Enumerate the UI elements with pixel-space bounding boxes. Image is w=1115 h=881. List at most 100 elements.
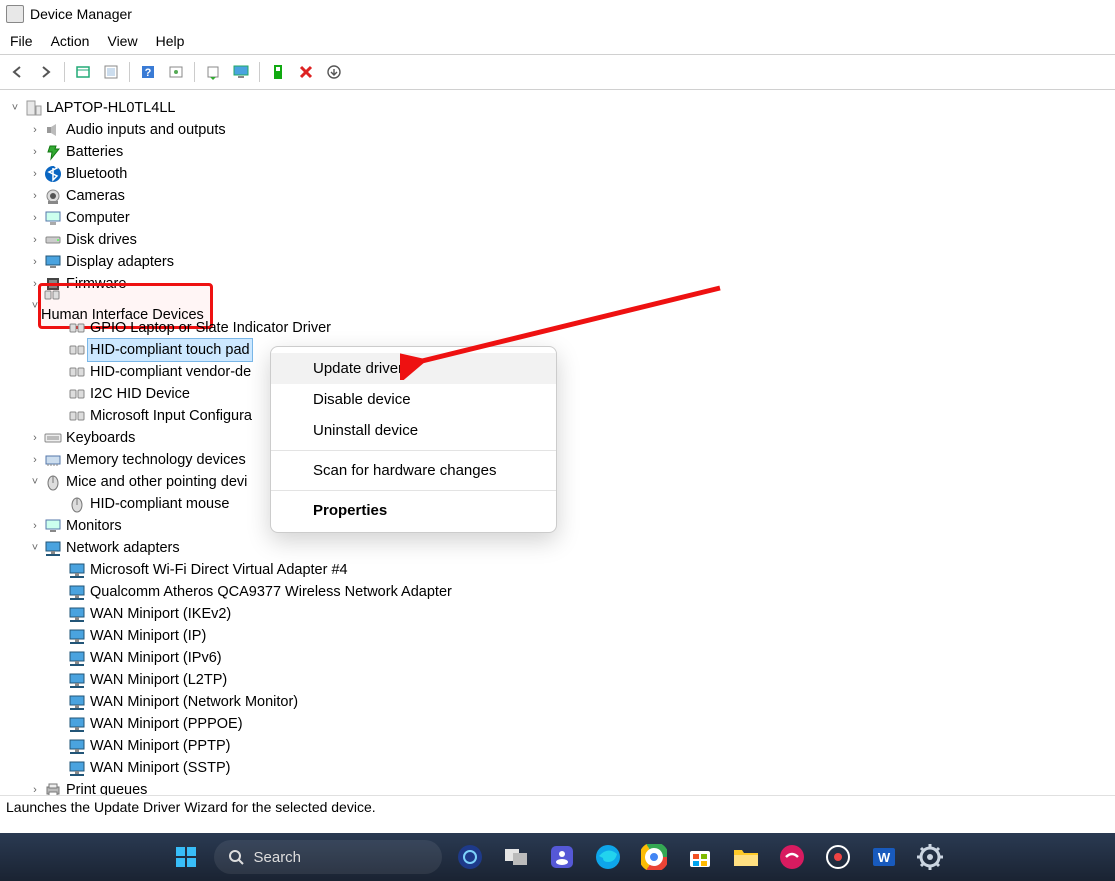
toolbar-icon[interactable]: [99, 60, 123, 84]
monitor-icon[interactable]: [229, 60, 253, 84]
store-icon[interactable]: [682, 839, 718, 875]
remove-icon[interactable]: [294, 60, 318, 84]
menu-view[interactable]: View: [107, 33, 137, 49]
net-icon: [68, 715, 86, 733]
explorer-icon[interactable]: [728, 839, 764, 875]
menu-action[interactable]: Action: [51, 33, 90, 49]
menu-file[interactable]: File: [10, 33, 33, 49]
battery-icon: [44, 143, 62, 161]
chat-icon[interactable]: [544, 839, 580, 875]
tree-category[interactable]: ›Disk drives: [28, 229, 1115, 251]
hid-icon: [68, 385, 86, 403]
tree-category[interactable]: ›Monitors: [28, 515, 1115, 537]
help-icon[interactable]: ?: [136, 60, 160, 84]
context-menu-item[interactable]: Update driver: [271, 353, 556, 384]
mouse-icon: [44, 473, 62, 491]
tree-device[interactable]: ·WAN Miniport (IKEv2): [52, 603, 1115, 625]
display-icon: [44, 253, 62, 271]
computer-icon: [24, 99, 42, 117]
tree-category[interactable]: ›Cameras: [28, 185, 1115, 207]
tree-category[interactable]: ›Bluetooth: [28, 163, 1115, 185]
tree-category[interactable]: ›Keyboards: [28, 427, 1115, 449]
toolbar: ?: [0, 55, 1115, 90]
tree-category[interactable]: ˅Human Interface Devices: [28, 295, 1115, 317]
context-menu-item[interactable]: Scan for hardware changes: [271, 455, 556, 486]
tree-category[interactable]: ›Memory technology devices: [28, 449, 1115, 471]
forward-icon[interactable]: [34, 60, 58, 84]
tree-device[interactable]: ·WAN Miniport (IPv6): [52, 647, 1115, 669]
tree-device[interactable]: ·Microsoft Wi-Fi Direct Virtual Adapter …: [52, 559, 1115, 581]
context-menu-item[interactable]: Disable device: [271, 384, 556, 415]
memory-icon: [44, 451, 62, 469]
search-icon: [228, 849, 244, 865]
context-menu: Update driverDisable deviceUninstall dev…: [270, 346, 557, 533]
tree-device[interactable]: ·WAN Miniport (Network Monitor): [52, 691, 1115, 713]
start-button[interactable]: [168, 839, 204, 875]
menu-bar: File Action View Help: [0, 28, 1115, 55]
keyboard-icon: [44, 429, 62, 447]
back-icon[interactable]: [6, 60, 30, 84]
svg-text:?: ?: [145, 67, 152, 79]
tree-device[interactable]: ·HID-compliant mouse: [52, 493, 1115, 515]
tree-root[interactable]: ˅LAPTOP-HL0TL4LL: [8, 97, 1115, 119]
scan-icon[interactable]: [201, 60, 225, 84]
app-icon[interactable]: [820, 839, 856, 875]
svg-text:W: W: [877, 850, 890, 865]
computer-icon: [44, 209, 62, 227]
edge-icon[interactable]: [590, 839, 626, 875]
bluetooth-icon: [44, 165, 62, 183]
net-icon: [68, 561, 86, 579]
tree-category[interactable]: ˅Mice and other pointing devi: [28, 471, 1115, 493]
tree-device[interactable]: ·WAN Miniport (PPTP): [52, 735, 1115, 757]
tree-device[interactable]: ·WAN Miniport (PPPOE): [52, 713, 1115, 735]
tree-device[interactable]: ·WAN Miniport (L2TP): [52, 669, 1115, 691]
tree-device[interactable]: ·I2C HID Device: [52, 383, 1115, 405]
net-icon: [68, 759, 86, 777]
toolbar-icon[interactable]: [164, 60, 188, 84]
tree-category[interactable]: ›Batteries: [28, 141, 1115, 163]
mouse-icon: [68, 495, 86, 513]
net-icon: [68, 649, 86, 667]
net-icon: [68, 605, 86, 623]
app-icon: [6, 5, 24, 23]
hid-icon: [43, 286, 61, 304]
net-icon: [68, 583, 86, 601]
task-view-icon[interactable]: [498, 839, 534, 875]
window-title: Device Manager: [30, 6, 132, 22]
tree-category[interactable]: ›Display adapters: [28, 251, 1115, 273]
tree-device[interactable]: ·Microsoft Input Configura: [52, 405, 1115, 427]
toolbar-icon[interactable]: [71, 60, 95, 84]
enable-icon[interactable]: [266, 60, 290, 84]
net-icon: [68, 693, 86, 711]
menu-help[interactable]: Help: [156, 33, 185, 49]
context-menu-item[interactable]: Uninstall device: [271, 415, 556, 446]
tree-device[interactable]: ·HID-compliant touch pad: [52, 339, 1115, 361]
hid-icon: [68, 363, 86, 381]
tree-category[interactable]: ›Computer: [28, 207, 1115, 229]
word-icon[interactable]: W: [866, 839, 902, 875]
net-icon: [68, 627, 86, 645]
monitor-icon: [44, 517, 62, 535]
hid-icon: [68, 319, 86, 337]
title-bar: Device Manager: [0, 0, 1115, 28]
hid-icon: [68, 341, 86, 359]
tree-category[interactable]: ˅Network adapters: [28, 537, 1115, 559]
tree-device[interactable]: ·GPIO Laptop or Slate Indicator Driver: [52, 317, 1115, 339]
hid-icon: [68, 407, 86, 425]
disk-icon: [44, 231, 62, 249]
device-tree: ˅LAPTOP-HL0TL4LL›Audio inputs and output…: [0, 90, 1115, 809]
chrome-icon[interactable]: [636, 839, 672, 875]
context-menu-item[interactable]: Properties: [271, 495, 556, 526]
copilot-icon[interactable]: [452, 839, 488, 875]
tree-device[interactable]: ·WAN Miniport (SSTP): [52, 757, 1115, 779]
tree-device[interactable]: ·HID-compliant vendor-de: [52, 361, 1115, 383]
tree-device[interactable]: ·Qualcomm Atheros QCA9377 Wireless Netwo…: [52, 581, 1115, 603]
tree-category[interactable]: ›Audio inputs and outputs: [28, 119, 1115, 141]
more-icon[interactable]: [322, 60, 346, 84]
tree-device[interactable]: ·WAN Miniport (IP): [52, 625, 1115, 647]
taskbar-search[interactable]: Search: [214, 840, 442, 874]
app-icon[interactable]: [774, 839, 810, 875]
settings-icon[interactable]: [912, 839, 948, 875]
taskbar: Search W: [0, 833, 1115, 881]
speaker-icon: [44, 121, 62, 139]
